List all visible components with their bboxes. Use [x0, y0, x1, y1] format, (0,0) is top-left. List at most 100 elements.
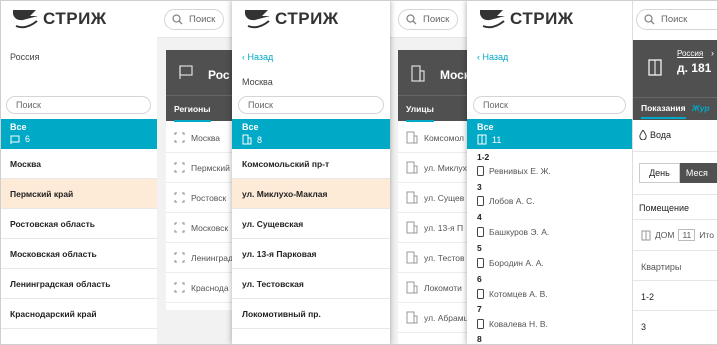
swift-logo-icon: [480, 10, 505, 29]
city-detail-background: Поиск Моск Улицы Комсомол ул. Миклух ул.…: [385, 0, 478, 345]
street-item[interactable]: ул. Сущевская: [232, 209, 390, 239]
region-item[interactable]: Москва: [0, 149, 157, 179]
building-icon: [406, 281, 418, 294]
list-item[interactable]: ул. Сущев: [398, 183, 478, 213]
detail-title: Моск: [440, 68, 470, 82]
search-input[interactable]: Поиск: [238, 96, 384, 114]
apartment-number: 5: [477, 243, 482, 253]
period-toggle: День Меся: [639, 163, 718, 183]
city-label: Москва: [242, 77, 273, 87]
all-label: Все: [477, 122, 494, 132]
building-icon: [242, 134, 252, 145]
owner-item[interactable]: Лобов А. С.: [477, 196, 535, 206]
app-header: СТРИЖ: [232, 0, 390, 40]
flats-section: Квартиры: [633, 250, 718, 280]
search-input[interactable]: Поиск: [6, 96, 151, 114]
tab-regions[interactable]: Регионы: [174, 104, 211, 122]
phone-icon: [477, 196, 484, 206]
back-button[interactable]: ‹ Назад: [477, 52, 508, 62]
flat-row[interactable]: 3: [633, 310, 718, 340]
region-item[interactable]: Московская область: [0, 239, 157, 269]
list-item[interactable]: ул. Миклух: [398, 153, 478, 183]
building-icon: [406, 251, 418, 264]
owner-item[interactable]: Котомцев А. В.: [477, 289, 548, 299]
owner-item[interactable]: Бородин А. А.: [477, 258, 544, 268]
search-placeholder: Поиск: [189, 14, 216, 25]
breadcrumb[interactable]: Россия: [677, 49, 703, 58]
region-item[interactable]: Пермский край: [0, 179, 157, 209]
resource-tabs: Вода: [633, 120, 718, 152]
flag-icon: [179, 65, 193, 79]
top-bar: Поиск: [150, 0, 240, 38]
tab-readings[interactable]: Показания: [641, 98, 686, 119]
owner-item[interactable]: Башкуров Э. А.: [477, 227, 549, 237]
street-item[interactable]: ул. Тестовская: [232, 269, 390, 299]
tab-water[interactable]: Вода: [639, 130, 671, 140]
back-button[interactable]: ‹ Назад: [242, 52, 273, 62]
swift-logo-icon: [13, 10, 38, 29]
apartment-number: 3: [477, 182, 482, 192]
chevron-right-icon: ›: [711, 48, 714, 58]
all-count: 11: [492, 134, 502, 145]
period-month-button[interactable]: Меся: [679, 163, 718, 183]
top-bar: Поиск: [385, 0, 475, 38]
brand-name: СТРИЖ: [43, 9, 107, 28]
frame-icon: [174, 132, 185, 143]
app-header: СТРИЖ: [467, 0, 632, 40]
search-pill[interactable]: Поиск: [164, 9, 224, 30]
all-items-bar[interactable]: Все 11: [467, 119, 632, 149]
frame-icon: [174, 162, 185, 173]
owner-item[interactable]: Ревнивых Е. Ж.: [477, 166, 551, 176]
region-item[interactable]: Ростовская область: [0, 209, 157, 239]
list-item[interactable]: Комсомол: [398, 123, 478, 153]
brand-name: СТРИЖ: [275, 9, 339, 28]
all-items-bar[interactable]: Все 8: [232, 119, 390, 149]
tab-journal[interactable]: Жур: [692, 103, 710, 113]
list-item[interactable]: ул. 13-я П: [398, 213, 478, 243]
country-label: Россия: [10, 52, 40, 62]
building-icon: [641, 230, 651, 240]
search-input[interactable]: Поиск: [473, 96, 626, 114]
period-day-button[interactable]: День: [639, 163, 680, 183]
streets-panel: СТРИЖ ‹ Назад Москва Поиск Все 8 Комсомо…: [232, 0, 390, 345]
all-label: Все: [242, 122, 259, 132]
apartment-number: 8: [477, 334, 482, 344]
house-count-badge: 11: [678, 229, 696, 241]
detail-tabs: Улицы: [398, 95, 478, 122]
street-item[interactable]: Комсомольский пр-т: [232, 149, 390, 179]
region-item[interactable]: Ленинградская область: [0, 269, 157, 299]
region-detail-background: Поиск Рос Регионы Москва Пермский Ростов…: [150, 0, 246, 345]
apartment-number: 4: [477, 212, 482, 222]
search-pill[interactable]: Поиск: [636, 9, 718, 30]
room-header: Помещение: [633, 194, 718, 220]
list-item[interactable]: ул. Тестов: [398, 243, 478, 273]
building-icon: [406, 311, 418, 324]
all-count: 6: [25, 134, 31, 144]
search-pill[interactable]: Поиск: [398, 9, 458, 30]
street-item[interactable]: ул. Миклухо-Маклая: [232, 179, 390, 209]
list-item[interactable]: Локомоти: [398, 273, 478, 303]
street-item[interactable]: ул. 13-я Парковая: [232, 239, 390, 269]
owner-item[interactable]: Ковалева Н. В.: [477, 319, 548, 329]
all-items-bar[interactable]: Все 6: [0, 119, 157, 149]
flat-row[interactable]: 1-2: [633, 280, 718, 310]
app-header: СТРИЖ: [0, 0, 157, 40]
search-icon: [406, 14, 417, 25]
apartment-number: 7: [477, 304, 482, 314]
building-icon: [648, 59, 662, 76]
street-item[interactable]: Локомотивный пр.: [232, 299, 390, 329]
house-tabs: Показания Жур: [633, 97, 718, 120]
water-drop-icon: [639, 130, 647, 140]
list-item[interactable]: ул. Абрамц: [398, 303, 478, 333]
regions-panel: СТРИЖ Россия Поиск Все 6 Москва Пермский…: [0, 0, 157, 345]
flag-icon: [10, 135, 20, 144]
apartment-number: 1-2: [477, 152, 490, 162]
building-icon: [406, 131, 418, 144]
region-item[interactable]: Краснодарский край: [0, 299, 157, 329]
tab-streets[interactable]: Улицы: [406, 104, 434, 122]
building-icon: [477, 134, 487, 145]
house-title: д. 181: [677, 61, 712, 75]
building-icon: [406, 161, 418, 174]
all-label: Все: [10, 122, 27, 132]
house-row[interactable]: ДОМ 11 Ито: [641, 229, 714, 241]
